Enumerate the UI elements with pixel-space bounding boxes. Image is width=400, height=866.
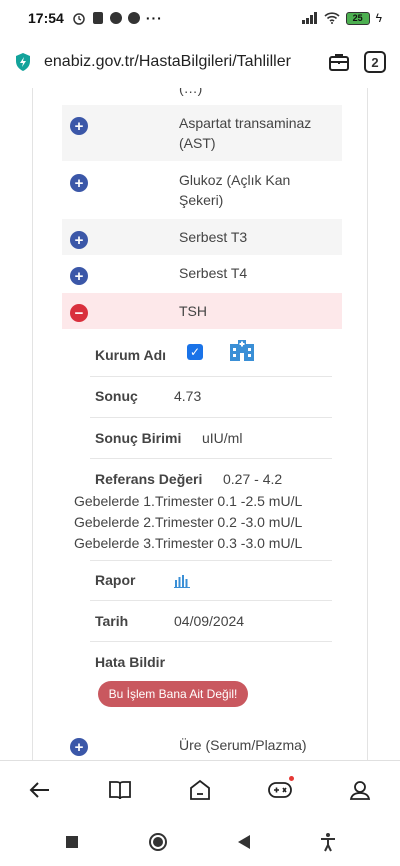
unit-label: Sonuç Birimi (95, 430, 182, 446)
divider (90, 376, 332, 377)
test-name-truncated: (…) (179, 88, 203, 96)
date-label: Tarih (95, 613, 129, 629)
book-icon (109, 780, 131, 799)
games-button[interactable] (260, 770, 300, 810)
browser-toolbar (0, 760, 400, 818)
divider (90, 641, 332, 642)
expand-plus-icon[interactable]: + (70, 231, 88, 249)
url-text[interactable]: enabiz.gov.tr/HastaBilgileri/Tahliller (44, 53, 328, 71)
not-mine-button[interactable]: Bu İşlem Bana Ait Değil! (98, 681, 248, 707)
back-arrow-icon (29, 781, 49, 798)
charging-icon: ϟ (375, 11, 382, 25)
test-name-ure: Üre (Serum/Plazma) (179, 737, 307, 753)
secure-shield-icon[interactable] (14, 52, 32, 72)
test-name-serbest-t3: Serbest T3 (179, 229, 248, 245)
reference-label: Referans Değeri (95, 471, 203, 487)
sim-icon (92, 12, 103, 24)
profile-icon (349, 780, 371, 800)
notification-icons: ··· (72, 10, 163, 26)
alarm-icon (73, 13, 85, 25)
home-icon (190, 779, 210, 800)
test-name-tsh: TSH (179, 303, 207, 319)
divider (90, 560, 332, 561)
institution-label: Kurum Adı (95, 347, 167, 363)
clock: 17:54 (28, 10, 64, 26)
more-notifications-icon: ··· (145, 10, 163, 26)
test-name-ast: Aspartat transaminaz (AST) (179, 115, 312, 151)
divider (90, 417, 332, 418)
report-label: Rapor (95, 572, 136, 588)
expand-plus-icon[interactable]: + (70, 267, 88, 285)
back-button[interactable] (20, 770, 60, 810)
address-bar: enabiz.gov.tr/HastaBilgileri/Tahliller 2 (0, 36, 400, 88)
unit-value: uIU/ml (202, 430, 243, 446)
app-notification-icon (109, 12, 122, 24)
expand-plus-icon[interactable]: + (70, 117, 88, 135)
collapse-minus-icon[interactable]: − (70, 304, 88, 322)
institution-checkbox[interactable]: ✓ (187, 344, 203, 360)
bookmarks-button[interactable] (100, 770, 140, 810)
hospital-icon (230, 340, 254, 361)
page-content: (…) + Aspartat transaminaz (AST) + Gluko… (0, 88, 400, 760)
accessibility-icon[interactable] (320, 832, 336, 852)
wifi-icon (324, 12, 340, 24)
system-nav-bar (0, 818, 400, 866)
notification-dot (289, 775, 294, 781)
profile-button[interactable] (340, 770, 380, 810)
back-triangle-icon[interactable] (237, 834, 251, 850)
home-circle-icon[interactable] (148, 832, 168, 852)
trimester-note: Gebelerde 2.Trimester 0.2 -3.0 mU/L (74, 514, 303, 530)
recents-square-icon[interactable] (65, 835, 79, 849)
status-bar: 17:54 ··· 25 ϟ (0, 0, 400, 36)
result-label: Sonuç (95, 388, 138, 404)
gamepad-icon (268, 781, 292, 798)
divider (90, 600, 332, 601)
date-value: 04/09/2024 (174, 613, 245, 629)
result-value: 4.73 (174, 388, 202, 404)
test-name-glukoz: Glukoz (Açlık Kan Şekeri) (179, 172, 291, 208)
tab-count-button[interactable]: 2 (364, 51, 386, 73)
reference-value: 0.27 - 4.2 (223, 471, 283, 487)
battery-icon: 25 (345, 11, 370, 25)
app-notification-icon-2 (127, 12, 140, 24)
briefcase-icon[interactable] (328, 52, 350, 72)
test-name-serbest-t4: Serbest T4 (179, 265, 248, 281)
signal-icon (301, 12, 317, 24)
home-button[interactable] (180, 770, 220, 810)
report-error-label: Hata Bildir (95, 654, 166, 670)
bar-chart-icon[interactable] (174, 574, 190, 588)
expand-plus-icon[interactable]: + (70, 174, 88, 192)
trimester-note: Gebelerde 3.Trimester 0.3 -3.0 mU/L (74, 535, 303, 551)
expand-plus-icon[interactable]: + (70, 738, 88, 756)
trimester-note: Gebelerde 1.Trimester 0.1 -2.5 mU/L (74, 493, 303, 509)
divider (90, 458, 332, 459)
